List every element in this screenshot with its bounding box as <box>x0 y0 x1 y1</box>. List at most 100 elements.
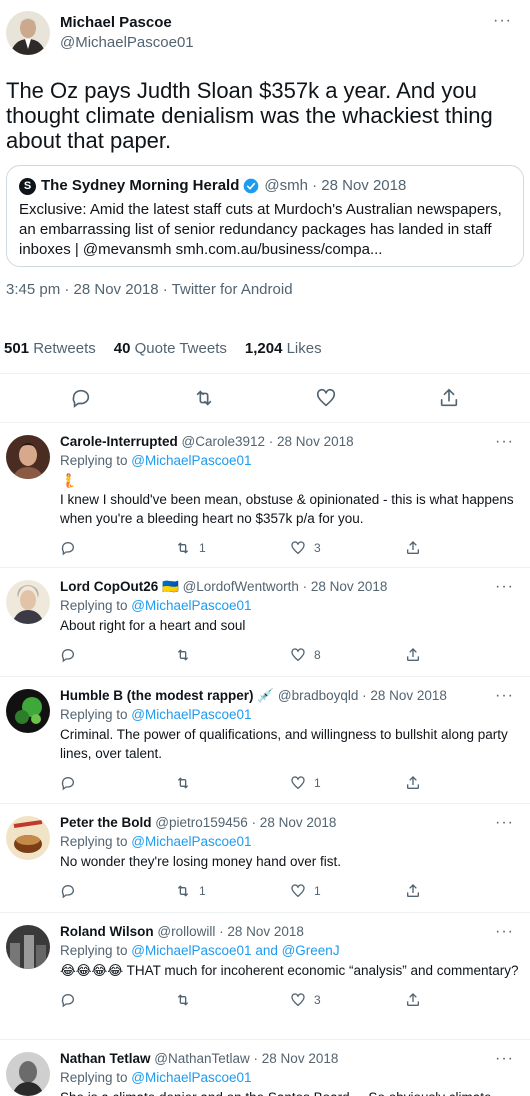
mention-link[interactable]: @MichaelPascoe01 and @GreenJ <box>131 943 339 958</box>
more-options-icon[interactable]: ··· <box>495 687 514 705</box>
reply-text: No wonder they're losing money hand over… <box>60 854 341 869</box>
retweet-icon[interactable] <box>175 540 191 556</box>
avatar[interactable] <box>6 11 50 55</box>
reply-author-name[interactable]: Peter the Bold <box>60 815 152 830</box>
reply-date[interactable]: · 28 Nov 2018 <box>265 434 354 449</box>
quoted-tweet[interactable]: S The Sydney Morning Herald @smh · 28 No… <box>6 165 524 267</box>
like-count: 3 <box>314 993 321 1007</box>
more-options-icon[interactable]: ··· <box>495 923 514 941</box>
reply-action-bar: 1 1 <box>60 871 520 911</box>
like-icon[interactable] <box>290 992 306 1008</box>
reply-icon[interactable] <box>60 647 76 663</box>
reply-action-bar: 3 <box>60 980 520 1020</box>
reply-icon[interactable] <box>60 992 76 1008</box>
replying-to: Replying to @MichaelPascoe01 and @GreenJ <box>60 943 340 958</box>
quoted-text: Exclusive: Amid the latest staff cuts at… <box>19 201 502 258</box>
reply-icon[interactable] <box>60 540 76 556</box>
retweet-icon[interactable] <box>175 647 191 663</box>
share-icon[interactable] <box>405 540 421 556</box>
share-icon[interactable] <box>405 883 421 899</box>
replying-to: Replying to @MichaelPascoe01 <box>60 453 252 468</box>
quote-tweets-stat[interactable]: 40 Quote Tweets <box>114 340 227 357</box>
like-count: 3 <box>314 541 321 555</box>
share-icon[interactable] <box>405 775 421 791</box>
more-options-icon[interactable]: ··· <box>495 578 514 596</box>
reply-icon[interactable] <box>60 775 76 791</box>
reply-action-bar: 8 <box>60 635 520 675</box>
reply-tweet[interactable]: ··· Roland Wilson @rollowill · 28 Nov 20… <box>0 913 530 1040</box>
reply-author-handle[interactable]: @rollowill <box>157 924 215 939</box>
share-icon[interactable] <box>405 992 421 1008</box>
avatar[interactable] <box>6 816 50 860</box>
reply-author-name[interactable]: Lord CopOut26 🇺🇦 <box>60 579 179 594</box>
reply-text: She is a climate denier and on the Santo… <box>60 1088 520 1096</box>
like-icon[interactable] <box>315 387 337 409</box>
reply-text: 😂😂😂😂 THAT much for incoherent economic “… <box>60 963 519 978</box>
likes-stat[interactable]: 1,204 Likes <box>245 340 322 357</box>
reply-author-handle[interactable]: @pietro159456 <box>155 815 248 830</box>
smh-logo-icon: S <box>19 177 36 195</box>
like-icon[interactable] <box>290 883 306 899</box>
reply-date[interactable]: · 28 Nov 2018 <box>250 1051 339 1066</box>
mention-link[interactable]: @MichaelPascoe01 <box>131 598 251 613</box>
reply-date[interactable]: · 28 Nov 2018 <box>248 815 337 830</box>
reply-tweet[interactable]: ··· Carole-Interrupted @Carole3912 · 28 … <box>0 423 530 568</box>
reply-tweet[interactable]: ··· Peter the Bold @pietro159456 · 28 No… <box>0 804 530 913</box>
main-action-bar <box>0 374 530 422</box>
verified-badge-icon <box>244 178 259 194</box>
retweet-icon[interactable] <box>175 992 191 1008</box>
reply-author-handle[interactable]: @NathanTetlaw <box>154 1051 250 1066</box>
author-name[interactable]: Michael Pascoe <box>60 13 194 33</box>
share-icon[interactable] <box>438 387 460 409</box>
reply-author-name[interactable]: Carole-Interrupted <box>60 434 178 449</box>
reply-action-bar: 1 <box>60 763 520 803</box>
main-tweet: ··· Michael Pascoe @MichaelPascoe01 The … <box>0 0 530 301</box>
reply-action-bar: 1 3 <box>60 528 520 568</box>
like-icon[interactable] <box>290 647 306 663</box>
reply-icon[interactable] <box>70 387 92 409</box>
reply-date[interactable]: · 28 Nov 2018 <box>358 688 447 703</box>
more-options-icon[interactable]: ··· <box>493 12 512 30</box>
mention-link[interactable]: @MichaelPascoe01 <box>131 707 251 722</box>
reply-tweet[interactable]: ··· Nathan Tetlaw @NathanTetlaw · 28 Nov… <box>0 1040 530 1096</box>
reply-tweet[interactable]: ··· Lord CopOut26 🇺🇦 @LordofWentworth · … <box>0 568 530 677</box>
reply-author-handle[interactable]: @bradboyqld <box>278 688 359 703</box>
reply-author-handle[interactable]: @LordofWentworth <box>183 579 299 594</box>
more-options-icon[interactable]: ··· <box>495 433 514 451</box>
more-options-icon[interactable]: ··· <box>495 814 514 832</box>
like-icon[interactable] <box>290 540 306 556</box>
mention-link[interactable]: @MichaelPascoe01 <box>131 834 251 849</box>
retweet-icon[interactable] <box>175 775 191 791</box>
replying-to: Replying to @MichaelPascoe01 <box>60 707 252 722</box>
engagement-stats: 501 Retweets 40 Quote Tweets 1,204 Likes <box>0 323 530 373</box>
reply-icon[interactable] <box>60 883 76 899</box>
avatar[interactable] <box>6 1052 50 1096</box>
avatar[interactable] <box>6 435 50 479</box>
more-options-icon[interactable]: ··· <box>495 1050 514 1068</box>
author-handle[interactable]: @MichaelPascoe01 <box>60 33 194 53</box>
retweet-count: 1 <box>199 884 206 898</box>
reply-text: About right for a heart and soul <box>60 618 246 633</box>
reply-author-name[interactable]: Nathan Tetlaw <box>60 1051 151 1066</box>
mention-link[interactable]: @MichaelPascoe01 <box>131 1070 251 1085</box>
reply-text: 🧜 I knew I should've been mean, obstuse … <box>60 473 514 526</box>
mention-link[interactable]: @MichaelPascoe01 <box>131 453 251 468</box>
author-row: Michael Pascoe @MichaelPascoe01 <box>6 11 524 55</box>
avatar[interactable] <box>6 580 50 624</box>
reply-tweet[interactable]: ··· Humble B (the modest rapper) 💉 @brad… <box>0 677 530 804</box>
reply-date[interactable]: · 28 Nov 2018 <box>299 579 388 594</box>
avatar[interactable] <box>6 925 50 969</box>
retweet-icon[interactable] <box>175 883 191 899</box>
retweet-icon[interactable] <box>193 387 215 409</box>
share-icon[interactable] <box>405 647 421 663</box>
reply-date[interactable]: · 28 Nov 2018 <box>215 924 304 939</box>
reply-author-handle[interactable]: @Carole3912 <box>182 434 266 449</box>
tweet-text: The Oz pays Judth Sloan $357k a year. An… <box>6 78 493 153</box>
avatar[interactable] <box>6 689 50 733</box>
like-count: 8 <box>314 648 321 662</box>
reply-author-name[interactable]: Humble B (the modest rapper) 💉 <box>60 688 274 703</box>
retweets-stat[interactable]: 501 Retweets <box>4 340 96 357</box>
like-icon[interactable] <box>290 775 306 791</box>
reply-author-name[interactable]: Roland Wilson <box>60 924 154 939</box>
tweet-timestamp[interactable]: 3:45 pm · 28 Nov 2018 · Twitter for Andr… <box>6 281 524 301</box>
